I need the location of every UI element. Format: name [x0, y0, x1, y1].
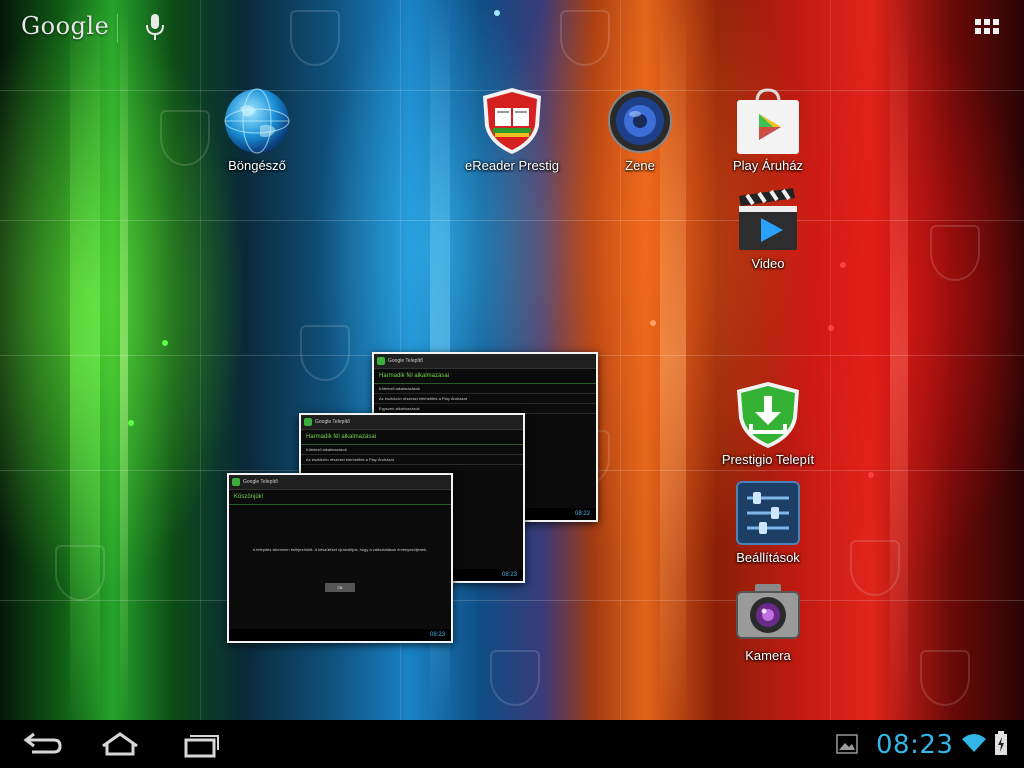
grid-line — [0, 600, 1024, 601]
app-label: Video — [751, 256, 785, 271]
search-divider — [117, 14, 118, 42]
app-music[interactable]: Zene — [580, 86, 700, 173]
status-clock[interactable]: 08:23 — [876, 730, 953, 760]
app-label: Zene — [625, 158, 655, 173]
glow-dot — [494, 10, 500, 16]
thumbnail-status-time: 08:23 — [229, 629, 451, 641]
app-label: Prestigio Telepít — [721, 452, 815, 467]
shield-pattern — [930, 225, 980, 281]
play-store-bag-icon — [733, 86, 803, 156]
glow-dot — [650, 320, 656, 326]
app-ereader[interactable]: eReader Prestig — [452, 86, 572, 173]
app-prestigio-installer[interactable]: Prestigio Telepít — [708, 380, 828, 467]
recent-apps-icon[interactable] — [178, 728, 224, 760]
app-browser[interactable]: Böngésző — [197, 86, 317, 173]
recent-task-thumbnail[interactable]: Google Telepítő Köszönjük! A telepítés s… — [227, 473, 453, 643]
grid-line — [830, 0, 831, 720]
all-apps-grid-icon[interactable] — [970, 14, 1006, 44]
home-icon[interactable] — [97, 728, 143, 760]
thumbnail-titlebar: Google Telepítő — [301, 415, 523, 430]
google-search-logo[interactable]: Google — [21, 12, 109, 40]
globe-browser-icon — [222, 86, 292, 156]
app-label: Play Áruház — [732, 158, 804, 173]
microphone-icon[interactable] — [142, 12, 168, 42]
camera-icon — [733, 576, 803, 646]
light-streak — [890, 0, 908, 720]
thumbnail-line: Az eszközön részesei elérhetőek a Play Á… — [374, 394, 596, 404]
app-label: Kamera — [745, 648, 791, 663]
shield-pattern — [300, 325, 350, 381]
app-label: eReader Prestig — [465, 158, 559, 173]
speaker-music-icon — [605, 86, 675, 156]
system-bar: 08:23 — [0, 720, 1024, 768]
light-streak — [70, 0, 100, 720]
clapperboard-video-icon — [733, 184, 803, 254]
thumbnail-ok-button: Ok — [325, 583, 355, 592]
battery-charging-icon — [994, 730, 1008, 756]
app-label: Böngésző — [228, 158, 286, 173]
ereader-book-shield-icon — [477, 86, 547, 156]
app-play-store[interactable]: Play Áruház — [708, 86, 828, 173]
thumbnail-titlebar: Google Telepítő — [229, 475, 451, 490]
thumbnail-line: A telepítés sikeresen befejeződött. A ké… — [252, 547, 428, 552]
grid-line — [0, 220, 1024, 221]
light-streak — [120, 0, 128, 720]
back-arrow-icon[interactable] — [18, 728, 64, 760]
thumbnail-line: Kötelező alkalmazások — [374, 384, 596, 394]
thumbnail-titlebar: Google Telepítő — [374, 354, 596, 369]
thumbnail-heading: Harmadik fél alkalmazásai — [374, 369, 596, 384]
wifi-icon — [960, 732, 988, 754]
app-camera[interactable]: Kamera — [708, 576, 828, 663]
shield-pattern — [850, 540, 900, 596]
thumbnail-line: Az eszközön részesei elérhetőek a Play Á… — [301, 455, 523, 465]
shield-pattern — [490, 650, 540, 706]
app-video[interactable]: Video — [708, 184, 828, 271]
thumbnail-line: Kötelező alkalmazások — [301, 445, 523, 455]
glow-dot — [828, 325, 834, 331]
shield-pattern — [920, 650, 970, 706]
app-settings[interactable]: Beállítások — [708, 478, 828, 565]
shield-pattern — [560, 10, 610, 66]
glow-dot — [868, 472, 874, 478]
glow-dot — [840, 262, 846, 268]
thumbnail-heading: Harmadik fél alkalmazásai — [301, 430, 523, 445]
picture-notification-icon[interactable] — [836, 734, 858, 754]
shield-pattern — [290, 10, 340, 66]
glow-dot — [162, 340, 168, 346]
download-shield-icon — [733, 380, 803, 450]
settings-sliders-icon — [733, 478, 803, 548]
thumbnail-heading: Köszönjük! — [229, 490, 451, 505]
shield-pattern — [55, 545, 105, 601]
glow-dot — [128, 420, 134, 426]
app-label: Beállítások — [736, 550, 800, 565]
